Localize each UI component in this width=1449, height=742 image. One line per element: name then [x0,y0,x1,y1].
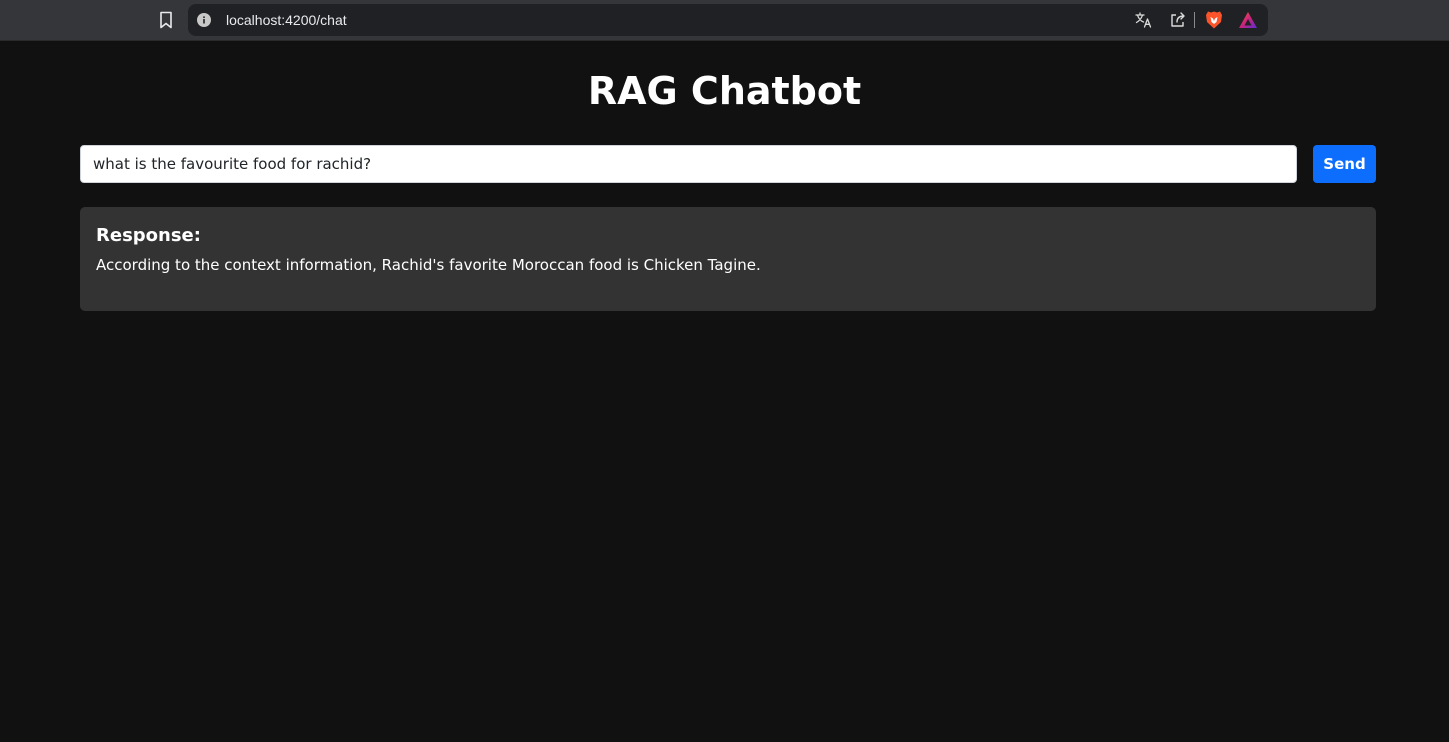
brave-rewards-icon[interactable] [1238,10,1258,30]
response-heading: Response: [96,225,201,246]
address-bar[interactable]: localhost:4200/chat [188,4,1268,36]
response-card: Response: According to the context infor… [80,207,1376,311]
chat-input[interactable] [80,145,1297,183]
send-button[interactable]: Send [1313,145,1376,183]
response-text: According to the context information, Ra… [96,256,761,274]
share-icon[interactable] [1168,10,1188,30]
toolbar-divider [1194,12,1195,28]
translate-icon[interactable] [1134,10,1154,30]
page-title: RAG Chatbot [587,69,862,113]
bookmark-icon[interactable] [154,8,178,32]
browser-toolbar: localhost:4200/chat [0,0,1449,41]
url-text[interactable]: localhost:4200/chat [226,12,347,28]
info-icon[interactable] [197,13,211,27]
brave-lion-icon[interactable] [1204,10,1224,30]
